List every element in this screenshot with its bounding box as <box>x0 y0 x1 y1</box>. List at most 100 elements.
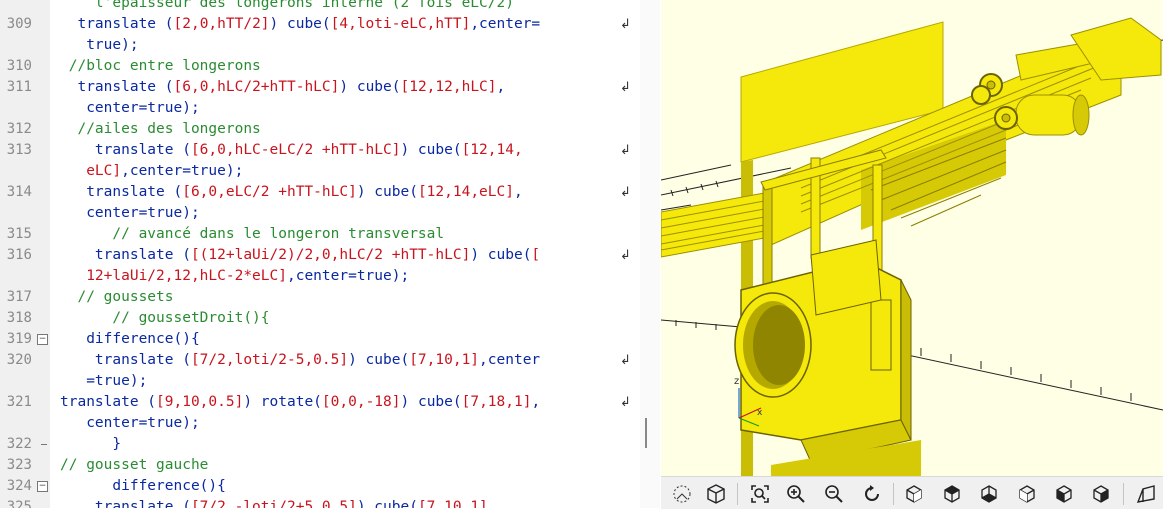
line-number: 311 <box>6 79 32 95</box>
code-text[interactable]: translate ([(12+laUi/2)/2,0,hLC/2 +hTT-h… <box>60 245 540 266</box>
preview-icon[interactable] <box>669 482 695 506</box>
code-token: translate ( <box>60 394 157 410</box>
code-line[interactable]: l'épaisseur des longerons interne (2 foi… <box>0 0 640 14</box>
fold-toggle-icon[interactable]: − <box>37 334 48 345</box>
code-line[interactable]: 311 translate ([6,0,hLC/2+hTT-hLC]) cube… <box>0 77 640 98</box>
code-text[interactable]: translate ([6,0,hLC/2+hTT-hLC]) cube([12… <box>60 77 505 98</box>
code-editor[interactable]: l'épaisseur des longerons interne (2 foi… <box>0 0 660 508</box>
code-text[interactable]: 12+laUi/2,12,hLC-2*eLC],center=true); <box>60 266 409 287</box>
code-line[interactable]: 315 // avancé dans le longeron transvers… <box>0 224 640 245</box>
view-right-icon[interactable] <box>901 482 927 506</box>
code-token: [6,0,hLC-eLC/2 +hTT-hLC] <box>190 142 401 158</box>
code-line[interactable]: 314 translate ([6,0,eLC/2 +hTT-hLC]) cub… <box>0 182 640 203</box>
scrollbar-thumb[interactable] <box>645 418 647 448</box>
code-line[interactable]: 317 // goussets <box>0 287 640 308</box>
view-bottom-icon[interactable] <box>976 482 1002 506</box>
line-number: 317 <box>6 289 32 305</box>
code-line[interactable]: 325 translate ([7/2,-loti/2+5,0.5]) cube… <box>0 497 640 508</box>
code-line[interactable]: eLC],center=true); <box>0 161 640 182</box>
line-number: 322 <box>6 436 32 452</box>
code-text[interactable]: =true); <box>60 371 147 392</box>
code-line[interactable]: 320 translate ([7/2,loti/2-5,0.5]) cube(… <box>0 350 640 371</box>
code-text[interactable]: translate ([9,10,0.5]) rotate([0,0,-18])… <box>60 392 540 413</box>
code-token: ) cube( <box>400 142 462 158</box>
reset-view-icon[interactable] <box>859 482 885 506</box>
code-text[interactable]: translate ([7/2,-loti/2+5,0.5]) cube([7,… <box>60 497 488 508</box>
code-line[interactable]: 324− difference(){ <box>0 476 640 497</box>
code-text[interactable]: } <box>60 434 121 455</box>
code-token: ,center= <box>470 16 541 32</box>
zoom-in-icon[interactable] <box>783 482 809 506</box>
code-token: [9,10,0.5] <box>156 394 244 410</box>
code-token: [7,18,1] <box>461 394 532 410</box>
code-text[interactable]: //bloc entre longerons <box>60 56 261 77</box>
view-all-icon[interactable] <box>747 482 773 506</box>
code-text[interactable]: center=true); <box>60 203 200 224</box>
code-text[interactable]: translate ([7/2,loti/2-5,0.5]) cube([7,1… <box>60 350 540 371</box>
code-token: ,center=true); <box>121 163 244 179</box>
line-wrap-icon: ↲ <box>620 395 631 410</box>
code-token: [4,loti-eLC,hTT] <box>330 16 471 32</box>
code-line[interactable]: =true); <box>0 371 640 392</box>
code-text[interactable]: translate ([6,0,hLC-eLC/2 +hTT-hLC]) cub… <box>60 140 523 161</box>
code-line[interactable]: 321 translate ([9,10,0.5]) rotate([0,0,-1… <box>0 392 640 413</box>
3d-viewport[interactable]: z x <box>661 0 1163 476</box>
line-number: 325 <box>6 499 32 508</box>
line-number: 312 <box>6 121 32 137</box>
code-token: ) cube( <box>470 247 532 263</box>
code-line[interactable]: 313 translate ([6,0,hLC-eLC/2 +hTT-hLC])… <box>0 140 640 161</box>
view-left-icon[interactable] <box>1014 482 1040 506</box>
view-top-icon[interactable] <box>939 482 965 506</box>
code-token: ) cube( <box>356 499 418 508</box>
code-text[interactable]: difference(){ <box>60 329 200 350</box>
code-text[interactable]: difference(){ <box>60 476 226 497</box>
code-line[interactable]: center=true); <box>0 98 640 119</box>
code-text[interactable]: translate ([2,0,hTT/2]) cube([4,loti-eLC… <box>60 14 540 35</box>
code-line[interactable]: center=true); <box>0 413 640 434</box>
code-token: ,center=true); <box>286 268 410 284</box>
code-text[interactable]: //ailes des longerons <box>60 119 260 140</box>
code-token: [12,12,hLC] <box>400 79 497 95</box>
line-number: 310 <box>6 58 32 74</box>
code-token: translate ( <box>60 16 174 32</box>
code-token: // goussets <box>60 289 174 305</box>
code-text[interactable]: center=true); <box>60 413 200 434</box>
code-text[interactable]: l'épaisseur des longerons interne (2 foi… <box>60 0 514 14</box>
code-token: ,center <box>479 352 541 368</box>
code-line[interactable]: 310 //bloc entre longerons <box>0 56 640 77</box>
code-line[interactable]: true); <box>0 35 640 56</box>
zoom-out-icon[interactable] <box>821 482 847 506</box>
code-text[interactable]: // avancé dans le longeron transversal <box>60 224 444 245</box>
code-token: [ <box>531 247 541 263</box>
code-line[interactable]: 318 // goussetDroit(){ <box>0 308 640 329</box>
code-line[interactable]: 12+laUi/2,12,hLC-2*eLC],center=true); <box>0 266 640 287</box>
code-text[interactable]: // goussetDroit(){ <box>60 308 269 329</box>
code-token: } <box>60 436 122 452</box>
fold-toggle-icon[interactable]: − <box>37 481 48 492</box>
code-token: difference(){ <box>60 331 200 347</box>
code-text[interactable]: center=true); <box>60 98 200 119</box>
code-text[interactable]: // goussets <box>60 287 174 308</box>
code-text[interactable]: translate ([6,0,eLC/2 +hTT-hLC]) cube([1… <box>60 182 523 203</box>
line-number: 309 <box>6 16 32 32</box>
code-text[interactable]: true); <box>60 35 138 56</box>
code-line[interactable]: 316 translate ([(12+laUi/2)/2,0,hLC/2 +h… <box>0 245 640 266</box>
code-line[interactable]: 319− difference(){ <box>0 329 640 350</box>
code-line[interactable]: 322 } <box>0 434 640 455</box>
view-back-icon[interactable] <box>1088 482 1114 506</box>
render-icon[interactable] <box>703 482 729 506</box>
code-line[interactable]: center=true); <box>0 203 640 224</box>
code-token: ) cube( <box>356 184 418 200</box>
view-front-icon[interactable] <box>1051 482 1077 506</box>
code-token: difference(){ <box>60 478 226 494</box>
editor-scrollbar[interactable] <box>640 0 660 508</box>
code-token: [12,14,eLC] <box>417 184 514 200</box>
code-token: translate ( <box>60 247 191 263</box>
code-text[interactable]: eLC],center=true); <box>60 161 243 182</box>
code-text[interactable]: // gousset gauche <box>60 455 208 476</box>
code-line[interactable]: 312 //ailes des longerons <box>0 119 640 140</box>
code-line[interactable]: 323 // gousset gauche <box>0 455 640 476</box>
perspective-icon[interactable] <box>1133 482 1159 506</box>
code-token: ) cube( <box>269 16 331 32</box>
code-line[interactable]: 309 translate ([2,0,hTT/2]) cube([4,loti… <box>0 14 640 35</box>
